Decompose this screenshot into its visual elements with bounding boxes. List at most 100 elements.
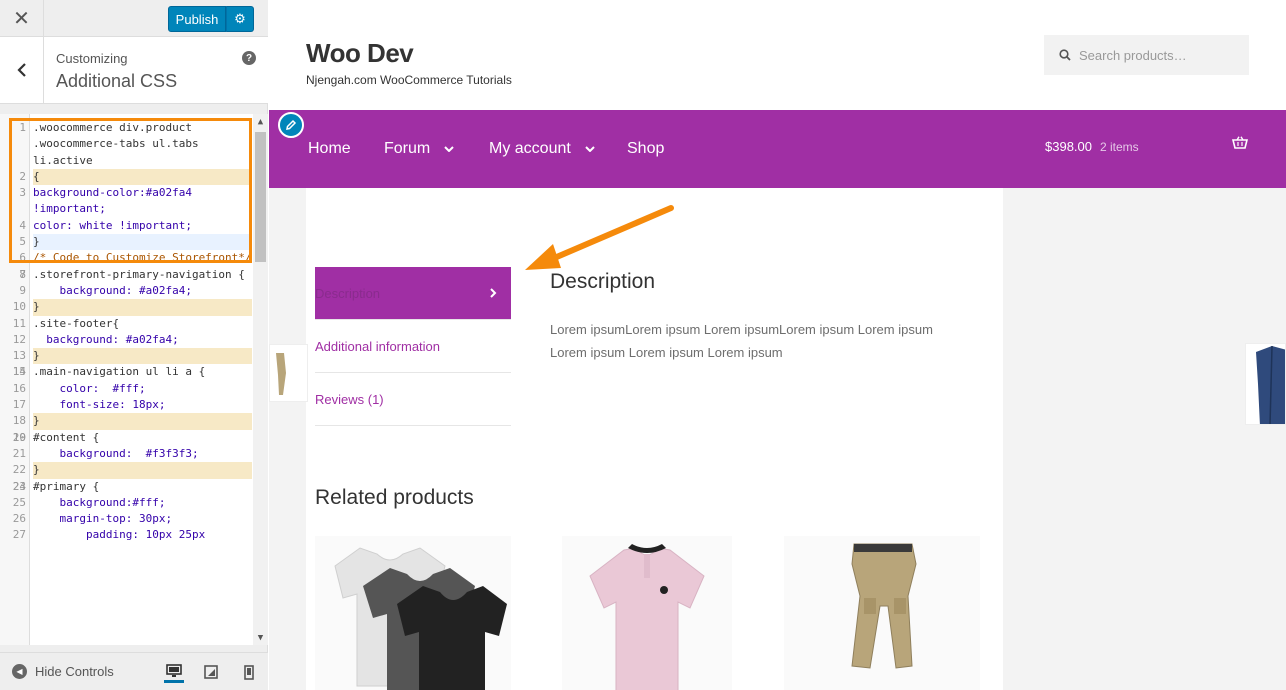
nav-label: Forum <box>384 140 431 157</box>
line-number: 9 <box>19 283 26 297</box>
product-tabs: Description Additional information Revie… <box>315 267 511 426</box>
related-product-pants[interactable] <box>784 536 980 690</box>
code-line[interactable]: 16 color: #fff; <box>0 381 252 397</box>
tab-reviews[interactable]: Reviews (1) <box>315 373 511 426</box>
tab-label: Reviews (1) <box>315 391 384 407</box>
product-search[interactable] <box>1044 35 1249 75</box>
description-heading: Description <box>550 270 656 293</box>
related-products-heading: Related products <box>315 486 474 509</box>
line-number: 17 <box>12 398 26 412</box>
line-number: 6 <box>19 251 26 265</box>
line-content: background: #a02fa4; <box>33 332 179 346</box>
code-line[interactable]: 5} <box>0 234 252 251</box>
section-subtitle: Customizing <box>56 51 128 66</box>
scroll-thumb[interactable] <box>255 132 266 262</box>
nav-label: Home <box>308 140 351 157</box>
related-product-tshirts[interactable] <box>315 536 511 690</box>
code-line[interactable]: 3 background-color:#a02fa4 !important; <box>0 185 252 218</box>
line-number: 18 <box>12 414 26 428</box>
editor-scrollbar[interactable]: ▲ ▼ <box>253 114 268 645</box>
chevron-down-icon <box>444 146 454 152</box>
code-line[interactable]: 2{ <box>0 168 252 186</box>
search-icon <box>1059 49 1071 61</box>
preview-desktop-button[interactable] <box>164 661 184 683</box>
code-line[interactable]: 27 padding: 10px 25px <box>0 527 252 543</box>
tablet-icon <box>204 665 218 679</box>
line-number: 24 <box>12 479 26 493</box>
scroll-up-icon[interactable]: ▲ <box>253 114 268 129</box>
customizer-window: ✕ Publish ⚙ Customizing Additional CSS ?… <box>0 0 1286 690</box>
line-content: color: #fff; <box>33 381 146 395</box>
nav-shop[interactable]: Shop <box>627 140 664 158</box>
tab-additional-information[interactable]: Additional information <box>315 320 511 373</box>
related-product-polo[interactable] <box>562 536 732 690</box>
nav-home[interactable]: Home <box>308 140 351 158</box>
code-line[interactable]: 8 .storefront-primary-navigation { <box>0 267 252 283</box>
section-header: Customizing Additional CSS ? <box>0 37 268 104</box>
code-line[interactable]: 11 .site-footer{ <box>0 316 252 332</box>
header-cart[interactable]: $398.00 2 items <box>1045 139 1139 154</box>
site-header: Woo Dev Njengah.com WooCommerce Tutorial… <box>269 0 1286 110</box>
code-line[interactable]: 6 /* Code to Customize Storefront*/ <box>0 250 252 266</box>
code-line[interactable]: 12 background: #a02fa4; <box>0 332 252 348</box>
pencil-icon <box>286 119 297 130</box>
nav-forum[interactable]: Forum <box>384 140 454 158</box>
code-line[interactable]: 24 #primary { <box>0 479 252 495</box>
line-number: 25 <box>12 495 26 509</box>
next-product-thumbnail[interactable] <box>1245 343 1286 425</box>
tab-label: Additional information <box>315 338 441 354</box>
publish-settings-button[interactable]: ⚙ <box>226 6 254 32</box>
code-line[interactable]: 9 background: #a02fa4; <box>0 283 252 299</box>
hide-controls-button[interactable]: ◀ Hide Controls <box>12 664 114 679</box>
line-content: background: #a02fa4; <box>33 283 192 297</box>
line-content: #content { <box>33 430 100 444</box>
code-line[interactable]: 26 margin-top: 30px; <box>0 511 252 527</box>
editor-code-area[interactable]: 1 .woocommerce div.product .woocommerce-t… <box>0 120 252 544</box>
edit-shortcut-button[interactable] <box>278 112 304 138</box>
line-content: .storefront-primary-navigation { <box>33 267 245 281</box>
basket-icon[interactable] <box>1231 136 1249 155</box>
code-line[interactable]: 15 .main-navigation ul li a { <box>0 364 252 380</box>
site-title[interactable]: Woo Dev <box>306 38 414 69</box>
back-button[interactable] <box>0 37 44 103</box>
code-line[interactable]: 22} <box>0 462 252 479</box>
close-customizer-button[interactable]: ✕ <box>0 0 44 36</box>
preview-mobile-button[interactable] <box>239 661 259 683</box>
line-number: 1 <box>19 121 26 134</box>
help-icon[interactable]: ? <box>242 51 256 65</box>
line-content: /* Code to Customize Storefront*/ <box>33 251 252 265</box>
nav-label: Shop <box>627 140 665 157</box>
code-line[interactable]: 4 color: white !important; <box>0 218 252 234</box>
line-number: 26 <box>12 512 26 526</box>
code-line[interactable]: 1 .woocommerce div.product .woocommerce-t… <box>0 120 252 169</box>
collapse-icon: ◀ <box>12 664 27 679</box>
customizer-sidebar: ✕ Publish ⚙ Customizing Additional CSS ?… <box>0 0 268 690</box>
nav-my-account[interactable]: My account <box>489 140 595 158</box>
preview-tablet-button[interactable] <box>201 661 221 683</box>
previous-product-thumbnail[interactable] <box>269 344 308 402</box>
chevron-down-icon <box>585 146 595 152</box>
khaki-pants-thumbnail-icon <box>276 353 286 395</box>
code-line[interactable]: 10} <box>0 299 252 316</box>
line-number: 20 <box>12 430 26 444</box>
publish-button[interactable]: Publish <box>168 6 226 32</box>
code-line[interactable]: 21 background: #f3f3f3; <box>0 446 252 462</box>
line-content: margin-top: 30px; <box>33 512 173 526</box>
code-line[interactable]: 17 font-size: 18px; <box>0 397 252 413</box>
code-line[interactable]: 20 #content { <box>0 430 252 446</box>
tab-description[interactable]: Description <box>315 267 511 320</box>
css-code-editor[interactable]: 1 .woocommerce div.product .woocommerce-t… <box>0 114 268 645</box>
code-line[interactable]: 18} <box>0 413 252 430</box>
code-line[interactable]: 13} <box>0 348 252 365</box>
close-icon: ✕ <box>13 7 30 30</box>
line-content: } <box>33 413 252 430</box>
scroll-down-icon[interactable]: ▼ <box>253 630 268 645</box>
line-content: } <box>33 348 252 365</box>
line-number: 10 <box>12 300 26 314</box>
line-number: 22 <box>12 463 26 477</box>
search-input[interactable] <box>1079 47 1239 63</box>
customizer-header: ✕ Publish ⚙ <box>0 0 268 37</box>
code-line[interactable]: 25 background:#fff; <box>0 495 252 511</box>
site-preview: Woo Dev Njengah.com WooCommerce Tutorial… <box>269 0 1286 690</box>
description-text: Lorem ipsumLorem ipsum Lorem ipsumLorem … <box>550 322 933 360</box>
